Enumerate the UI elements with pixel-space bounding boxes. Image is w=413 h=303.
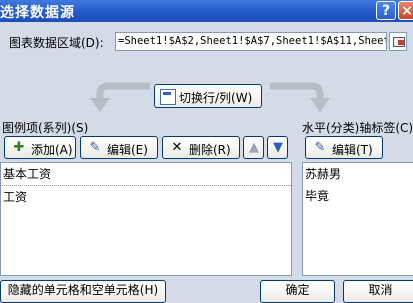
curved-arrow-left-icon bbox=[90, 82, 150, 112]
close-button[interactable]: × bbox=[398, 1, 413, 20]
edit-axis-labels-label: 编辑(T) bbox=[332, 143, 373, 157]
hidden-empty-cells-button[interactable]: 隐藏的单元格和空单元格(H) bbox=[0, 280, 166, 303]
axis-labels-title: 水平(分类)轴标签(C) bbox=[302, 121, 413, 135]
help-button[interactable]: ? bbox=[376, 1, 396, 20]
data-range-input[interactable]: =Sheet1!$A$2,Sheet1!$A$7,Sheet1!$A$11,Sh… bbox=[115, 32, 387, 51]
range-picker-icon-accent bbox=[398, 40, 404, 45]
list-item[interactable]: 毕竟 bbox=[303, 185, 413, 207]
list-item[interactable]: 基本工资 bbox=[1, 163, 291, 186]
delete-icon: ✕ bbox=[171, 140, 183, 155]
range-picker-button[interactable] bbox=[389, 32, 407, 51]
add-series-button[interactable]: ✚ 添加(A) bbox=[4, 136, 76, 159]
title-bar: 选择数据源 ? × bbox=[0, 0, 413, 22]
edit-series-button[interactable]: ✎ 编辑(E) bbox=[80, 136, 158, 159]
add-series-icon: ✚ bbox=[13, 140, 25, 155]
edit-icon: ✎ bbox=[314, 140, 326, 155]
add-series-label: 添加(A) bbox=[31, 143, 73, 157]
delete-series-button[interactable]: ✕ 删除(R) bbox=[162, 136, 240, 159]
ok-button[interactable]: 确定 bbox=[260, 280, 335, 303]
window-title: 选择数据源 bbox=[0, 5, 75, 21]
switch-row-column-icon bbox=[160, 89, 176, 105]
edit-series-label: 编辑(E) bbox=[107, 143, 148, 157]
curved-arrow-right-icon bbox=[270, 82, 330, 112]
cancel-button[interactable]: 取消 bbox=[343, 280, 413, 303]
edit-axis-labels-button[interactable]: ✎ 编辑(T) bbox=[305, 136, 383, 159]
move-down-icon: ▼ bbox=[273, 140, 283, 155]
list-item[interactable]: 工资 bbox=[1, 186, 291, 208]
move-up-button[interactable]: ▲ bbox=[243, 136, 264, 159]
data-range-label: 图表数据区域(D): bbox=[9, 36, 104, 50]
list-item[interactable]: 苏赫男 bbox=[303, 163, 413, 185]
legend-entries-title: 图例项(系列)(S) bbox=[2, 121, 89, 135]
move-down-button[interactable]: ▼ bbox=[267, 136, 288, 159]
edit-icon: ✎ bbox=[89, 140, 101, 155]
legend-entries-list[interactable]: 基本工资 工资 bbox=[0, 162, 292, 276]
axis-labels-list[interactable]: 苏赫男 毕竟 bbox=[302, 162, 413, 276]
switch-row-column-label: 切换行/列(W) bbox=[179, 91, 253, 105]
delete-series-label: 删除(R) bbox=[189, 143, 231, 157]
move-up-icon: ▲ bbox=[249, 140, 259, 155]
switch-row-column-button[interactable]: 切换行/列(W) bbox=[154, 84, 262, 108]
